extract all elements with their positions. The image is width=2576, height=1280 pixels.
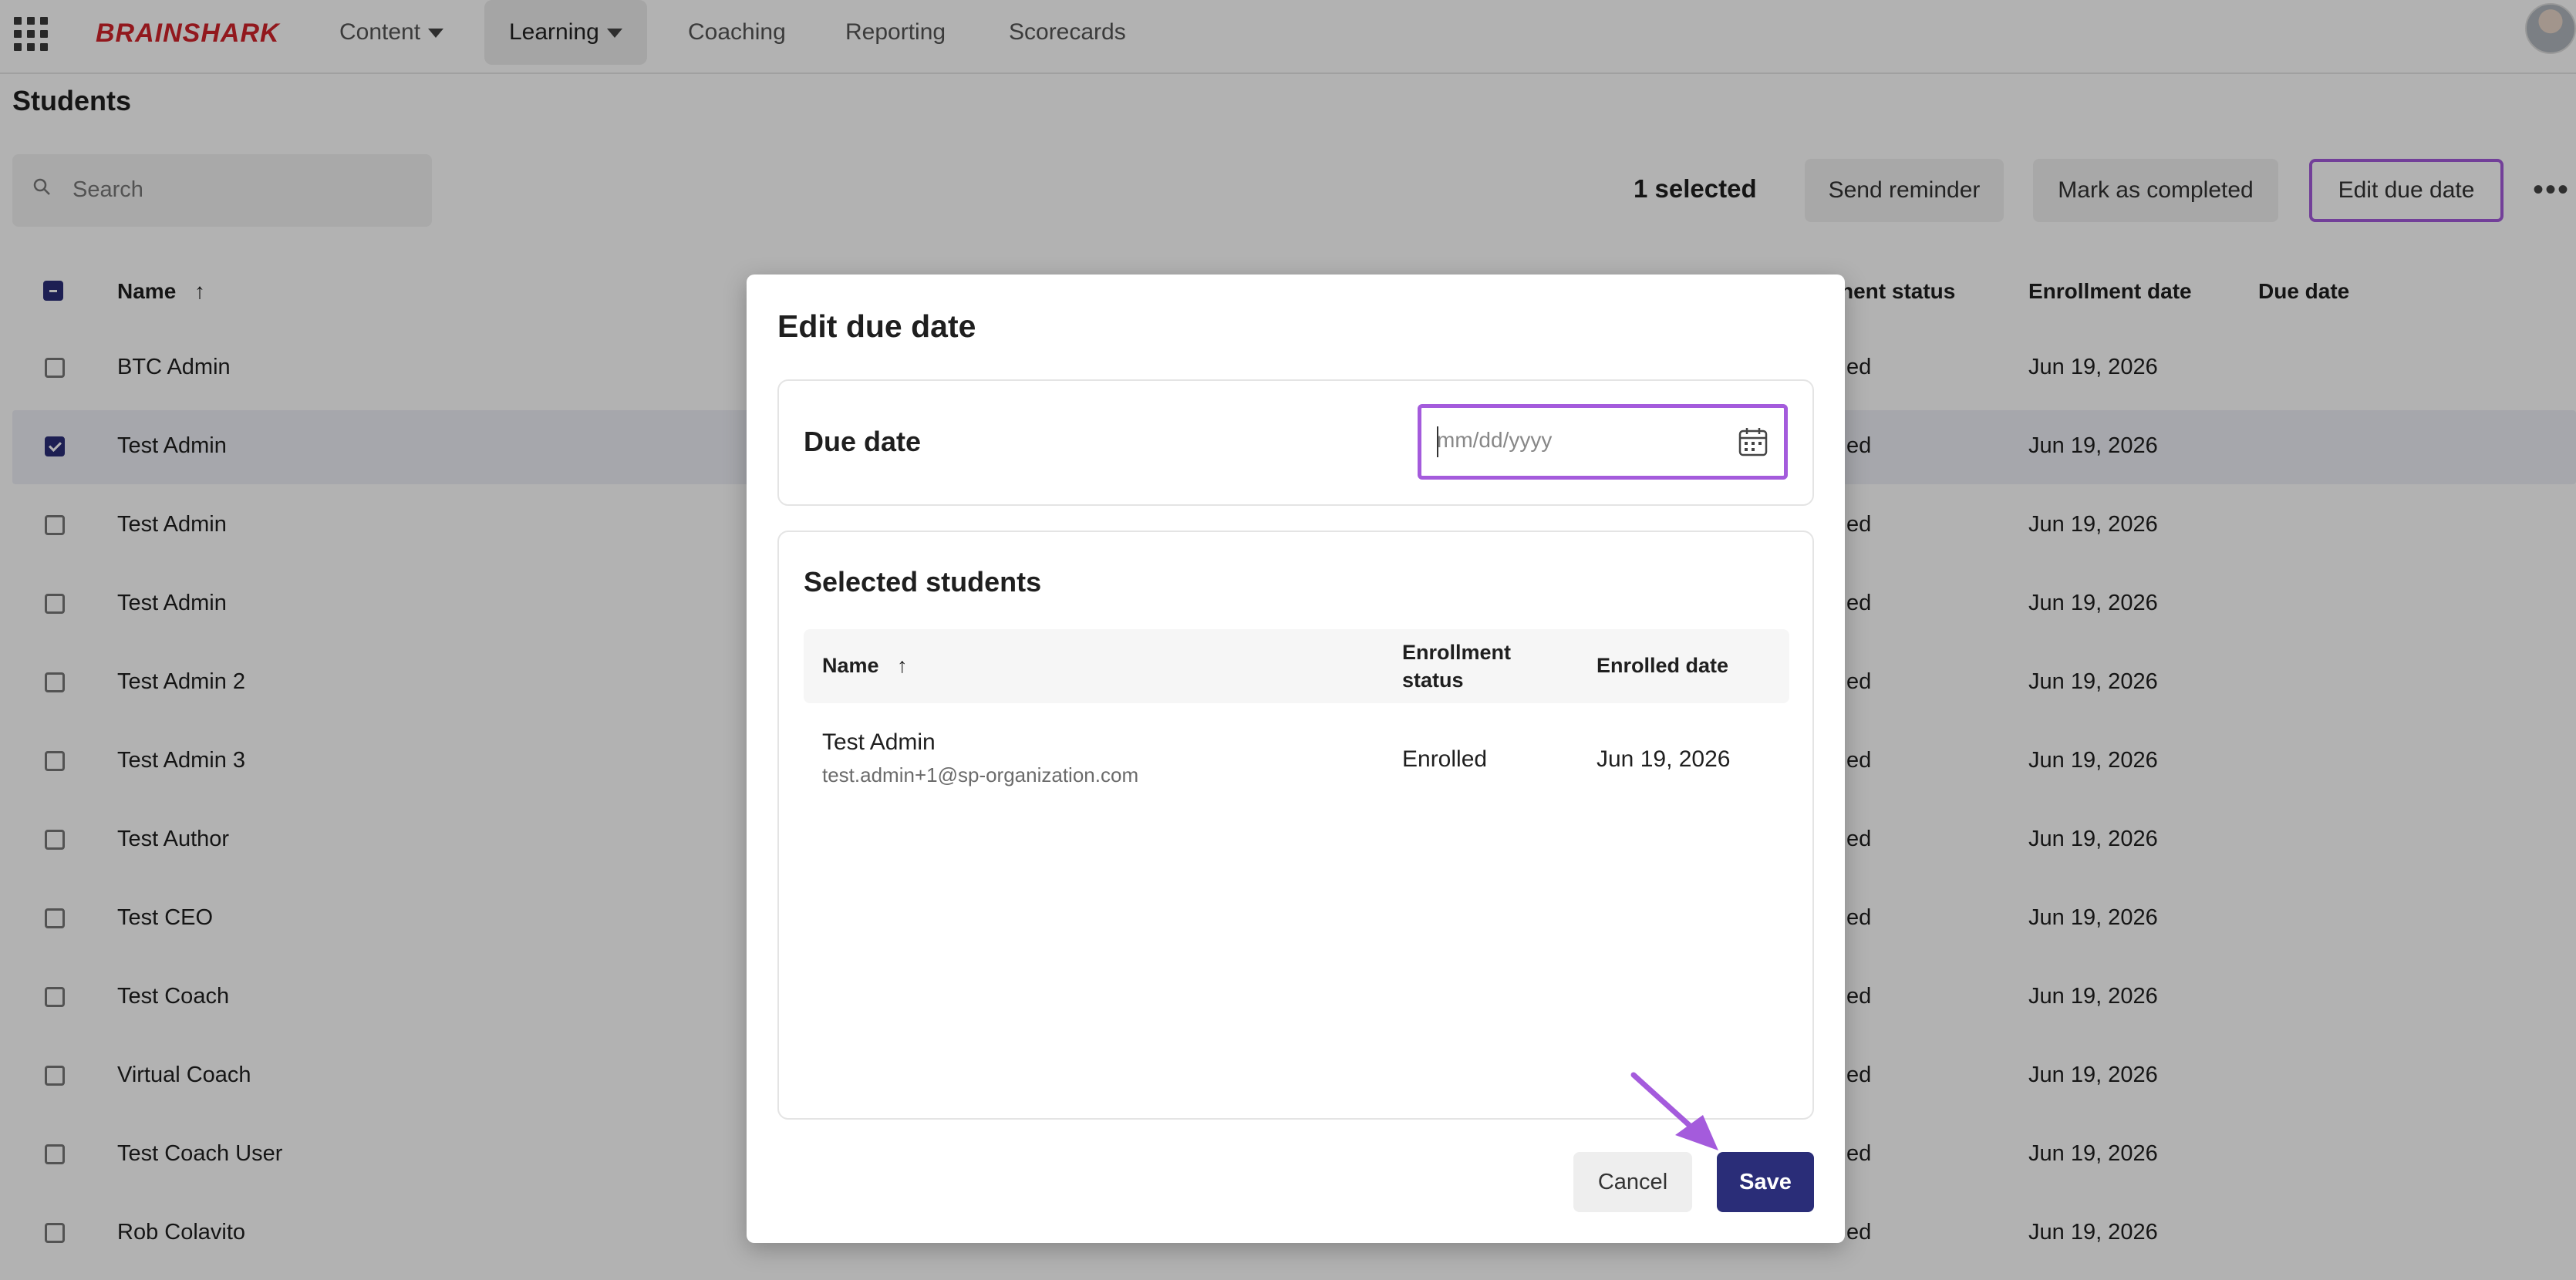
selected-students-title: Selected students — [804, 566, 1042, 598]
student-name: Test Admin — [822, 729, 936, 755]
inner-header-status[interactable]: Enrollment status — [1402, 638, 1533, 694]
calendar-icon[interactable] — [1738, 426, 1768, 457]
save-button[interactable]: Save — [1717, 1152, 1814, 1212]
sort-ascending-icon: ↑ — [897, 654, 908, 677]
student-status: Enrolled — [1402, 746, 1488, 772]
annotation-arrow-icon — [1630, 1072, 1718, 1150]
student-enrolled-date: Jun 19, 2026 — [1597, 746, 1731, 772]
inner-header-name-label: Name — [822, 654, 879, 677]
inner-header-name[interactable]: Name ↑ — [822, 654, 908, 678]
selected-students-card: Selected students Name ↑ Enrollment stat… — [777, 531, 1814, 1120]
student-email: test.admin+1@sp-organization.com — [822, 763, 1139, 787]
date-placeholder: mm/dd/yyyy — [1437, 428, 1553, 452]
inner-header-enrolled-date[interactable]: Enrolled date — [1597, 654, 1728, 678]
dialog-title: Edit due date — [777, 308, 976, 344]
due-date-label: Due date — [804, 426, 922, 457]
selected-students-header: Name ↑ Enrollment status Enrolled date — [804, 629, 1789, 703]
cancel-button[interactable]: Cancel — [1573, 1152, 1692, 1212]
due-date-input[interactable]: mm/dd/yyyy — [1418, 404, 1788, 480]
due-date-card: Due date mm/dd/yyyy — [777, 379, 1814, 506]
